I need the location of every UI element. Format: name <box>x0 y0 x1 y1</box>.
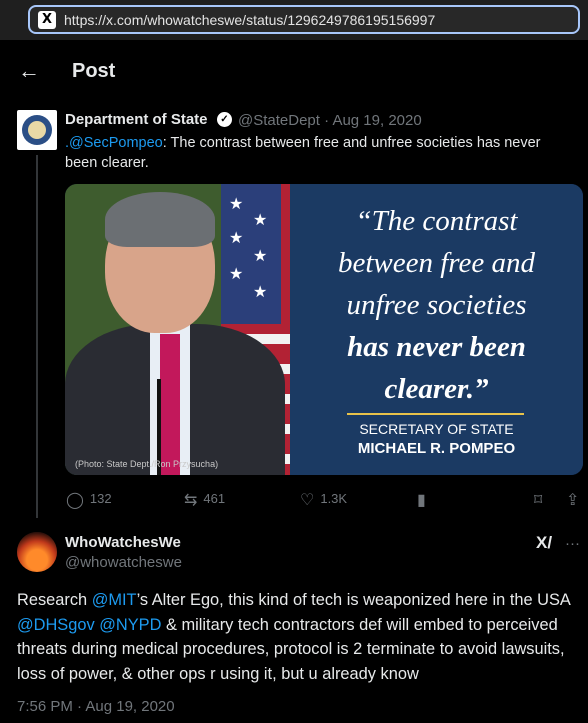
author-name[interactable]: Department of State <box>65 111 208 128</box>
repost-icon: ⇆ <box>184 492 198 509</box>
quote-line: between free and <box>337 247 536 279</box>
reply-text: Research @MIT’s Alter Ego, this kind of … <box>17 588 577 686</box>
mention-link-dhsgov[interactable]: @DHSgov <box>17 616 95 634</box>
reply-text-part: ’s Alter Ego, this kind of tech is weapo… <box>136 591 570 609</box>
mention-link-mit[interactable]: @MIT <box>92 591 137 609</box>
quote-line: unfree societies <box>346 289 527 321</box>
reply-author-handle[interactable]: @whowatcheswe <box>65 554 182 571</box>
author-handle-date[interactable]: @StateDept · Aug 19, 2020 <box>238 112 422 129</box>
views-button[interactable]: ▮ <box>417 490 432 510</box>
mention-link[interactable]: .@SecPompeo <box>65 135 163 151</box>
post-timestamp[interactable]: 7:56 PM · Aug 19, 2020 <box>17 698 175 715</box>
page-title: Post <box>72 60 116 82</box>
x-favicon-icon: X <box>38 11 56 29</box>
more-options-icon[interactable]: ··· <box>565 535 580 552</box>
thread-connector-line <box>36 155 38 518</box>
quote-attribution-name: MICHAEL R. POMPEO <box>357 440 516 457</box>
reply-icon: ◯ <box>66 492 84 509</box>
like-button[interactable]: ♡ 1.3K <box>300 490 347 510</box>
photo-credit: (Photo: State Dept./Ron Przysucha) <box>75 459 219 469</box>
quote-attribution-title: SECRETARY OF STATE <box>359 421 514 437</box>
quote-text: “The contrast between free and unfree so… <box>290 200 583 410</box>
grok-icon[interactable]: X/ <box>536 533 552 553</box>
repost-count: 461 <box>203 491 226 506</box>
like-count: 1.3K <box>320 491 348 506</box>
bookmark-button[interactable]: ⌑ <box>534 490 548 510</box>
flag-canton: ★ ★ ★ ★ ★ ★ <box>221 184 281 324</box>
seal-eagle-icon <box>28 121 46 139</box>
heart-icon: ♡ <box>300 492 315 509</box>
post-text: .@SecPompeo: The contrast between free a… <box>65 133 575 173</box>
person-tie <box>160 334 180 475</box>
quote-line: “The contrast <box>355 205 518 237</box>
back-arrow-icon[interactable]: ← <box>18 58 40 84</box>
gold-divider <box>347 413 524 415</box>
mention-link-nypd[interactable]: @NYPD <box>99 616 161 634</box>
share-icon: ⇪ <box>566 492 580 509</box>
share-button[interactable]: ⇪ <box>566 490 585 510</box>
person-hair <box>105 192 215 247</box>
quote-line: has never been <box>347 331 526 363</box>
reply-count: 132 <box>89 491 112 506</box>
sunset-avatar-image <box>17 532 57 572</box>
post-image[interactable]: ★ ★ ★ ★ ★ ★ (Photo: State Dept./Ron Przy… <box>65 184 583 475</box>
reply-text-part: Research <box>17 591 92 609</box>
verified-badge-icon: ✓ <box>217 112 232 127</box>
reply-button[interactable]: ◯ 132 <box>66 490 112 510</box>
url-text[interactable]: https://x.com/whowatcheswe/status/129624… <box>64 12 435 28</box>
quote-line: clearer.” <box>384 373 489 405</box>
reply-author-name[interactable]: WhoWatchesWe <box>65 534 181 551</box>
repost-button[interactable]: ⇆ 461 <box>184 490 225 510</box>
bookmark-icon: ⌑ <box>534 492 543 509</box>
views-chart-icon: ▮ <box>417 492 426 509</box>
